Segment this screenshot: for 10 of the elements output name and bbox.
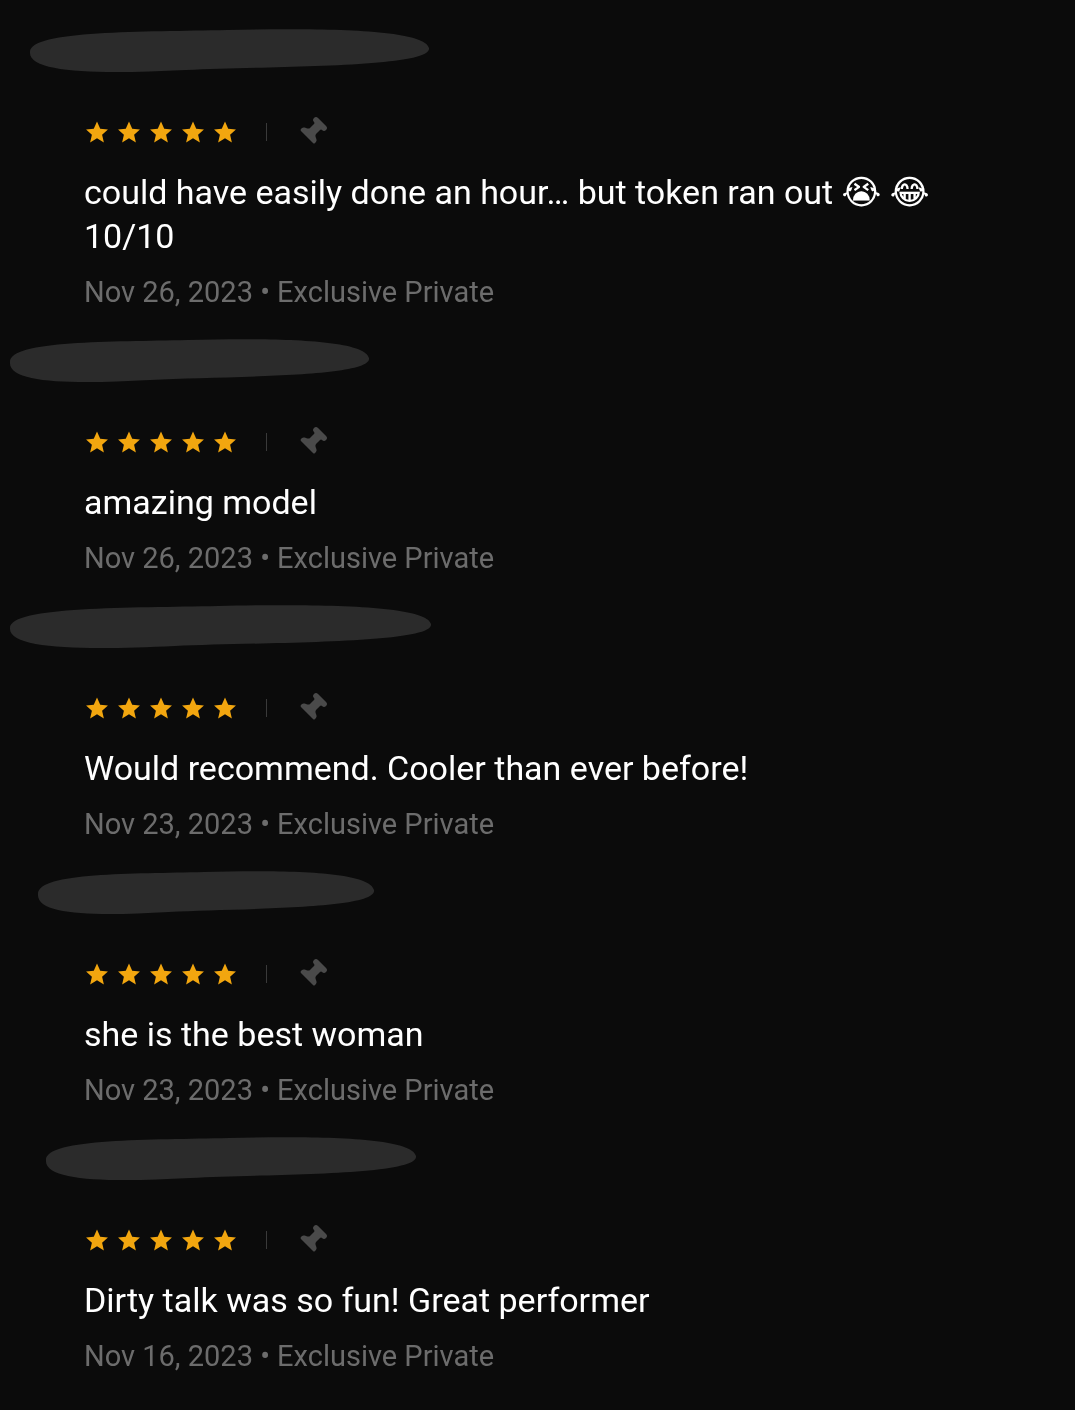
- review-date-type: Nov 23, 2023 • Exclusive Private: [83, 1072, 496, 1108]
- review-date-type: Nov 23, 2023 • Exclusive Private: [83, 806, 496, 842]
- review-text: amazing model: [83, 481, 318, 524]
- review-text: she is the best woman: [83, 1013, 425, 1056]
- review-date-type: Nov 26, 2023 • Exclusive Private: [83, 540, 496, 576]
- review-text: Would recommend. Cooler than ever before!: [83, 747, 750, 790]
- review-text: could have easily done an hour… but token ran out 😭 😂 10/10: [83, 171, 931, 258]
- review-date-type: Nov 16, 2023 • Exclusive Private: [83, 1338, 496, 1374]
- review-text: Dirty talk was so fun! Great performer: [83, 1279, 651, 1322]
- review-date-type: Nov 26, 2023 • Exclusive Private: [83, 274, 496, 310]
